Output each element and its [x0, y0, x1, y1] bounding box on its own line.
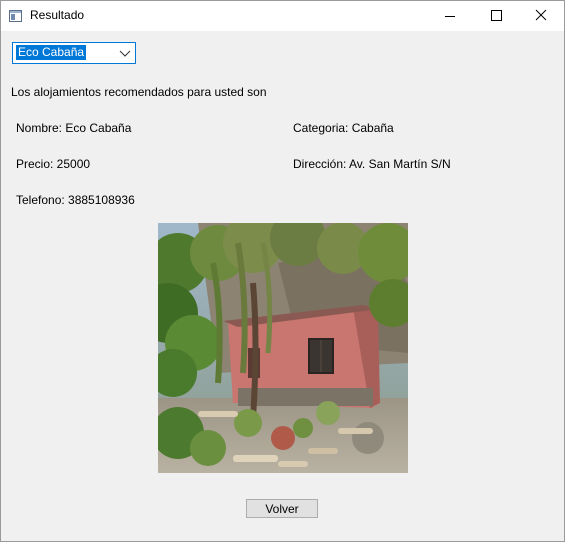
categoria-label: Categoria: Cabaña	[293, 121, 394, 135]
alojamiento-select-value: Eco Cabaña	[16, 45, 87, 60]
chevron-down-icon[interactable]	[117, 45, 133, 61]
minimize-button[interactable]	[427, 1, 473, 31]
maximize-icon	[491, 10, 502, 21]
telefono-label: Telefono: 3885108936	[16, 193, 135, 207]
title-bar[interactable]: Resultado	[1, 1, 564, 31]
form-content: Eco Cabaña Los alojamientos recomendados…	[1, 31, 564, 541]
volver-button[interactable]: Volver	[246, 499, 318, 518]
precio-label: Precio: 25000	[16, 157, 91, 171]
close-button[interactable]	[518, 1, 564, 31]
maximize-button[interactable]	[473, 1, 519, 31]
alojamiento-select[interactable]: Eco Cabaña	[12, 42, 136, 64]
result-window: Resultado Eco Cabaña Los alojamientos re…	[0, 0, 565, 542]
alojamiento-photo	[158, 223, 408, 473]
minimize-icon	[445, 16, 455, 17]
window-title: Resultado	[30, 8, 85, 22]
close-icon	[535, 9, 547, 21]
window-app-icon	[9, 9, 22, 22]
nombre-label: Nombre: Eco Cabaña	[16, 121, 132, 135]
intro-label: Los alojamientos recomendados para usted…	[11, 85, 267, 99]
direccion-label: Dirección: Av. San Martín S/N	[293, 157, 451, 171]
